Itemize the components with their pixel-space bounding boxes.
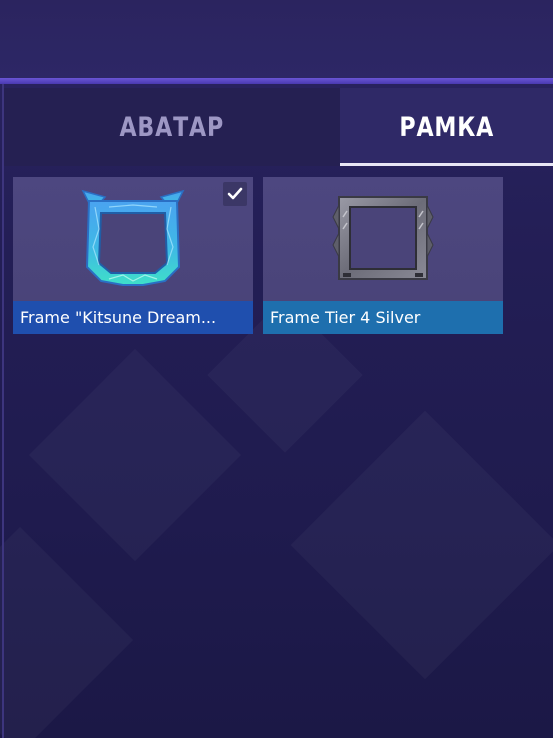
frame-selection-screen: АВАТАР РАМКА Frame "Kitsune Dream... Fra… <box>0 0 553 738</box>
frame-preview <box>263 177 503 301</box>
silver-frame-icon <box>332 196 434 280</box>
tab-bar: АВАТАР РАМКА <box>4 88 553 166</box>
frame-preview <box>13 177 253 301</box>
frame-item-label: Frame Tier 4 Silver <box>263 301 503 334</box>
tab-avatar-label: АВАТАР <box>119 111 225 143</box>
frame-item-label: Frame "Kitsune Dream... <box>13 301 253 334</box>
frame-item-tier-4-silver[interactable]: Frame Tier 4 Silver <box>263 177 503 334</box>
tab-frame[interactable]: РАМКА <box>340 88 553 166</box>
active-tab-indicator <box>340 163 553 166</box>
selected-badge <box>223 182 247 206</box>
tab-frame-label: РАМКА <box>399 111 494 143</box>
tab-avatar[interactable]: АВАТАР <box>4 88 340 166</box>
top-bar <box>0 0 553 80</box>
frame-item-kitsune-dream[interactable]: Frame "Kitsune Dream... <box>13 177 253 334</box>
checkmark-icon <box>227 187 243 200</box>
kitsune-frame-icon <box>81 189 185 286</box>
